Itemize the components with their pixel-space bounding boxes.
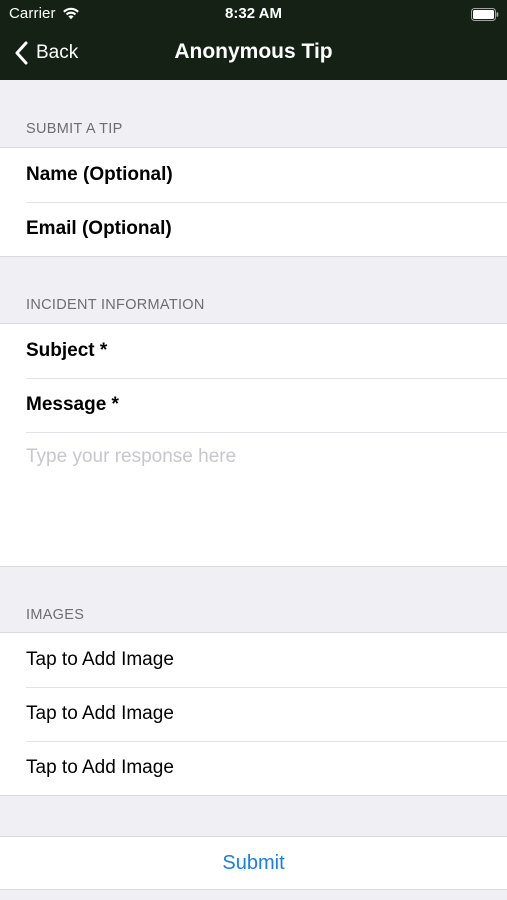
add-image-label: Tap to Add Image (26, 703, 174, 724)
message-placeholder: Type your response here (26, 446, 237, 467)
navigation-bar: Back Anonymous Tip (0, 28, 507, 80)
add-image-label: Tap to Add Image (26, 757, 174, 778)
message-label-row: Message * (0, 378, 507, 432)
page-title: Anonymous Tip (174, 40, 333, 63)
add-image-button[interactable]: Tap to Add Image (0, 633, 507, 687)
battery-full-icon (471, 8, 499, 21)
top-bar: Carrier 8:32 AM Back Anonymous Tip (0, 0, 507, 80)
incident-group: Subject * Message * Type your response h… (0, 323, 507, 567)
message-textarea[interactable]: Type your response here (0, 432, 507, 566)
name-field-label: Name (Optional) (26, 164, 173, 185)
anonymous-tip-screen: Carrier 8:32 AM Back Anonymous Tip SUBMI… (0, 0, 507, 900)
name-field[interactable]: Name (Optional) (0, 148, 507, 202)
submit-label: Submit (222, 851, 285, 874)
email-field-label: Email (Optional) (26, 218, 172, 239)
status-time: 8:32 AM (225, 5, 282, 22)
email-field[interactable]: Email (Optional) (0, 202, 507, 256)
section-header-incident: INCIDENT INFORMATION (26, 297, 205, 313)
status-bar: Carrier 8:32 AM (0, 0, 507, 28)
submit-button[interactable]: Submit (0, 836, 507, 890)
message-field-label: Message * (26, 394, 119, 415)
subject-field-label: Subject * (26, 340, 108, 361)
submit-tip-group: Name (Optional) Email (Optional) (0, 147, 507, 257)
images-group: Tap to Add Image Tap to Add Image Tap to… (0, 632, 507, 796)
add-image-button[interactable]: Tap to Add Image (0, 741, 507, 795)
subject-field[interactable]: Subject * (0, 324, 507, 378)
section-header-images: IMAGES (26, 607, 85, 623)
section-header-submit-tip: SUBMIT A TIP (26, 121, 123, 137)
add-image-label: Tap to Add Image (26, 649, 174, 670)
add-image-button[interactable]: Tap to Add Image (0, 687, 507, 741)
